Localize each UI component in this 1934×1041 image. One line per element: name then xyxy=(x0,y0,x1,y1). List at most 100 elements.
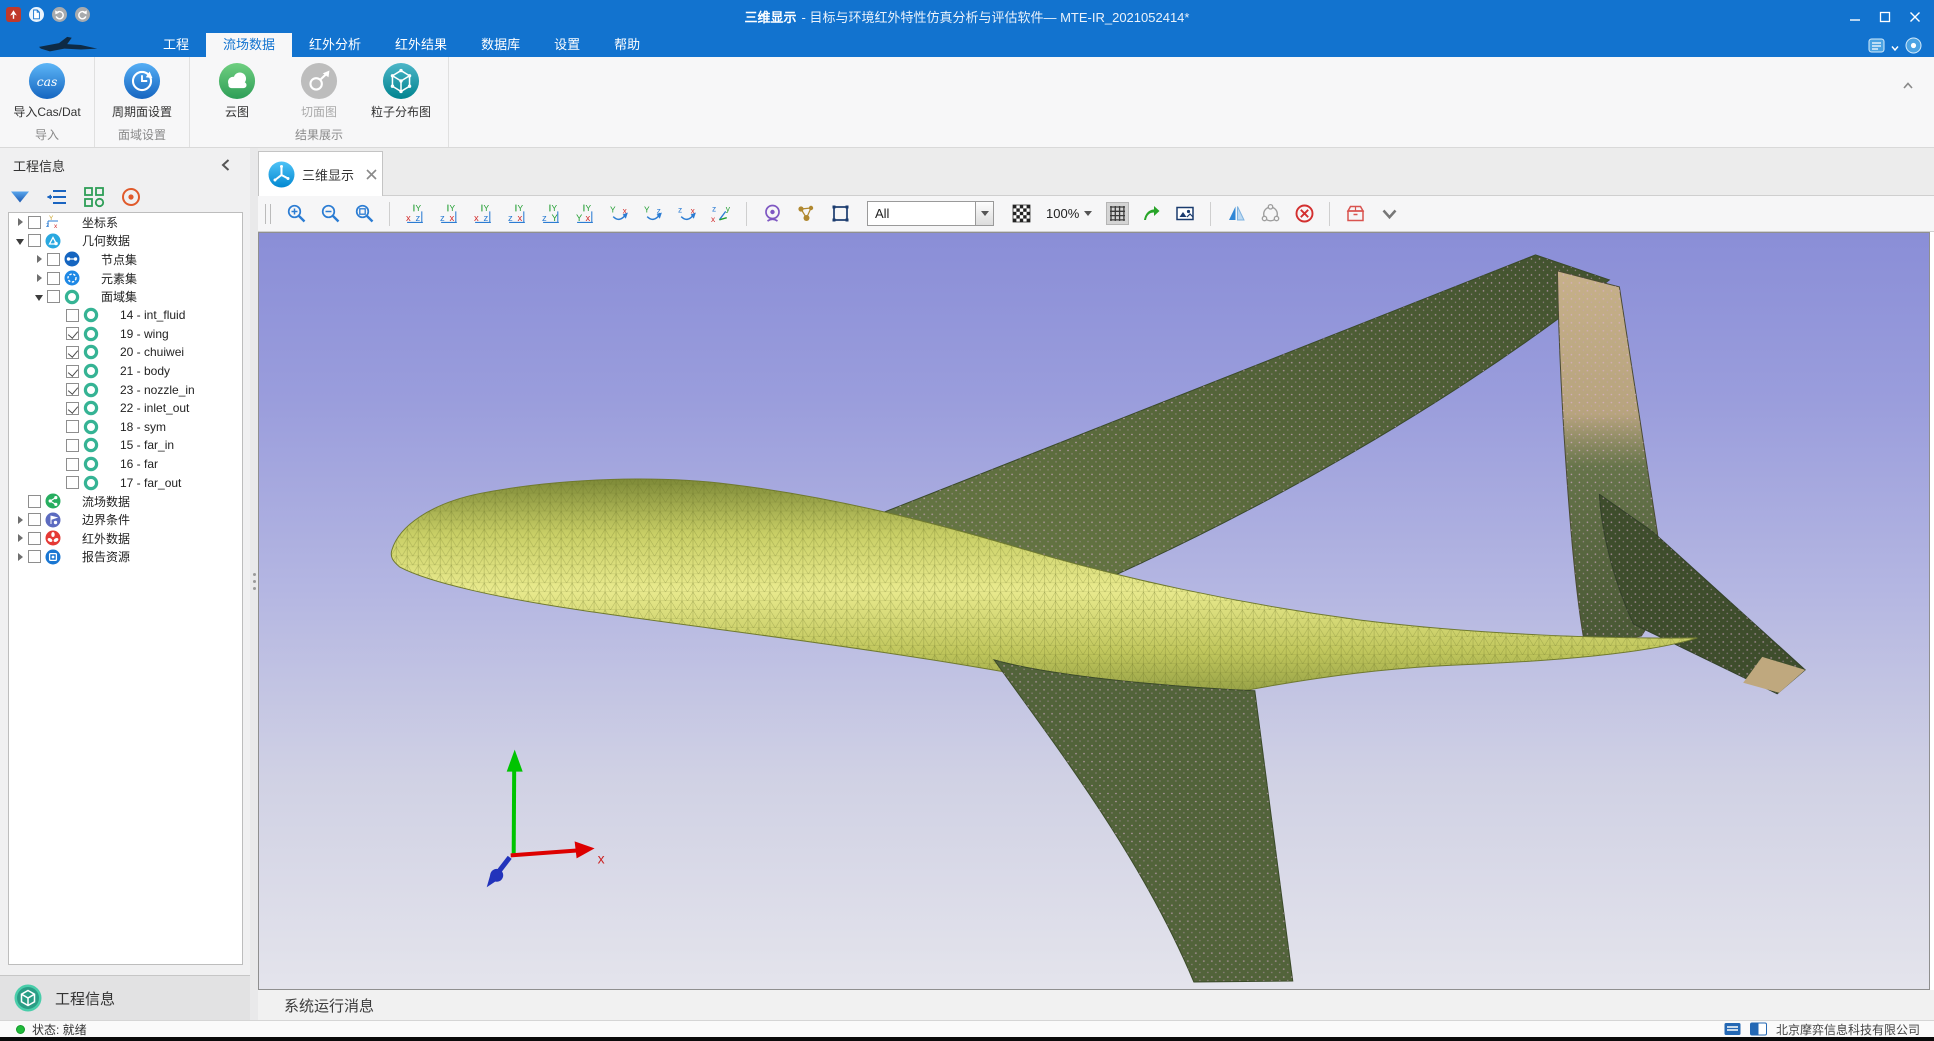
viewport-3d[interactable]: x xyxy=(258,232,1930,990)
ribbon-button-cas-file[interactable]: cas导入Cas/Dat xyxy=(8,60,86,120)
menu-item-0[interactable]: 工程 xyxy=(146,33,206,57)
status-tray-icon-2[interactable] xyxy=(1750,1022,1767,1036)
tree-checkbox[interactable] xyxy=(66,365,79,378)
tree-checkbox[interactable] xyxy=(47,253,60,266)
tray-caret-icon[interactable] xyxy=(1890,40,1900,50)
menu-item-4[interactable]: 数据库 xyxy=(464,33,537,57)
display-filter-combobox[interactable]: All xyxy=(867,201,994,226)
tree-expander[interactable] xyxy=(33,252,47,266)
tree-expander[interactable] xyxy=(14,215,28,229)
tree-checkbox[interactable] xyxy=(47,272,60,285)
panel-collapse-icon[interactable] xyxy=(218,157,234,173)
toolbar-grip[interactable] xyxy=(265,204,271,224)
clear-red-icon[interactable] xyxy=(1294,203,1315,224)
rotate-iso-3-icon[interactable]: zx xyxy=(677,203,698,224)
tree-item[interactable]: 16 - far xyxy=(9,455,242,474)
menu-item-6[interactable]: 帮助 xyxy=(597,33,657,57)
close-button[interactable] xyxy=(1900,4,1930,30)
view-front-icon[interactable]: xzY xyxy=(405,203,426,224)
panel-splitter[interactable] xyxy=(250,148,258,1020)
filter-icon[interactable] xyxy=(9,186,31,208)
menu-item-1[interactable]: 流场数据 xyxy=(206,33,292,57)
box-select-icon[interactable] xyxy=(830,203,851,224)
tree-checkbox[interactable] xyxy=(66,402,79,415)
tree-checkbox[interactable] xyxy=(28,495,41,508)
splitter-grip[interactable] xyxy=(253,573,256,599)
tree-checkbox[interactable] xyxy=(28,234,41,247)
tree-expander[interactable] xyxy=(14,234,28,248)
tree-item[interactable]: 20 - chuiwei xyxy=(9,343,242,362)
tree-item[interactable]: Yzx坐标系 xyxy=(9,213,242,232)
tab-close-icon[interactable] xyxy=(365,168,378,181)
tree-checkbox[interactable] xyxy=(28,532,41,545)
tree-checkbox[interactable] xyxy=(66,420,79,433)
display-filter-value[interactable]: All xyxy=(867,201,975,226)
tree-item[interactable]: 红外数据 xyxy=(9,529,242,548)
status-tray-icon-1[interactable] xyxy=(1724,1022,1741,1036)
help-tray-icon[interactable] xyxy=(1905,37,1922,54)
tree-item[interactable]: 19 - wing xyxy=(9,325,242,344)
tree-item[interactable]: 面域集 xyxy=(9,287,242,306)
ribbon-collapse-icon[interactable] xyxy=(1900,78,1916,94)
tree-item[interactable]: 14 - int_fluid xyxy=(9,306,242,325)
tree-expander[interactable] xyxy=(14,513,28,527)
tree-item[interactable]: 23 - nozzle_in xyxy=(9,380,242,399)
outline-list-icon[interactable] xyxy=(46,186,68,208)
tree-item[interactable]: 元素集 xyxy=(9,269,242,288)
tab-3d-view[interactable]: 三维显示 xyxy=(258,151,383,196)
view-left-icon[interactable]: xzY xyxy=(473,203,494,224)
tree-item[interactable]: 流场数据 xyxy=(9,492,242,511)
tree-checkbox[interactable] xyxy=(66,346,79,359)
locate-target-icon[interactable] xyxy=(120,186,142,208)
ribbon-button-contour-cloud[interactable]: 云图 xyxy=(198,60,276,120)
ribbon-button-periodic-face[interactable]: 周期面设置 xyxy=(103,60,181,120)
tree-checkbox[interactable] xyxy=(66,476,79,489)
view-back-icon[interactable]: zxY xyxy=(439,203,460,224)
grid-view-icon[interactable] xyxy=(83,186,105,208)
share-cloud-icon[interactable] xyxy=(1260,203,1281,224)
menu-item-5[interactable]: 设置 xyxy=(537,33,597,57)
export-arrow-icon[interactable] xyxy=(1141,203,1162,224)
tree-item[interactable]: 17 - far_out xyxy=(9,473,242,492)
pattern-checker-icon[interactable] xyxy=(1011,203,1032,224)
menu-item-3[interactable]: 红外结果 xyxy=(378,33,464,57)
tree-item[interactable]: 节点集 xyxy=(9,250,242,269)
tree-checkbox[interactable] xyxy=(66,327,79,340)
layout-tray-icon[interactable] xyxy=(1868,37,1885,54)
tree-checkbox[interactable] xyxy=(66,309,79,322)
view-right-icon[interactable]: zxY xyxy=(507,203,528,224)
section-box-icon[interactable] xyxy=(1345,203,1366,224)
particle-nodes-icon[interactable] xyxy=(796,203,817,224)
caret-down-icon[interactable] xyxy=(1379,203,1400,224)
axis-triad-icon[interactable]: xzy xyxy=(711,203,732,224)
tree-checkbox[interactable] xyxy=(28,216,41,229)
zoom-out-icon[interactable] xyxy=(320,203,341,224)
tree-item[interactable]: 报告资源 xyxy=(9,548,242,567)
grid-toggle-icon[interactable] xyxy=(1107,203,1128,224)
view-bottom-icon[interactable]: YxY xyxy=(575,203,596,224)
tree-expander[interactable] xyxy=(14,531,28,545)
rotate-iso-1-icon[interactable]: Yx xyxy=(609,203,630,224)
maximize-button[interactable] xyxy=(1870,4,1900,30)
zoom-level-dropdown[interactable]: 100% xyxy=(1046,206,1092,221)
tree-item[interactable]: 22 - inlet_out xyxy=(9,399,242,418)
tree-checkbox[interactable] xyxy=(66,458,79,471)
rotate-iso-2-icon[interactable]: Yz xyxy=(643,203,664,224)
tree-item[interactable]: 21 - body xyxy=(9,362,242,381)
zoom-in-icon[interactable] xyxy=(286,203,307,224)
tree-checkbox[interactable] xyxy=(28,550,41,563)
mirror-icon[interactable] xyxy=(1226,203,1247,224)
project-panel-footer[interactable]: 工程信息 xyxy=(0,975,250,1020)
tree-item[interactable]: 18 - sym xyxy=(9,418,242,437)
tree-checkbox[interactable] xyxy=(28,513,41,526)
tree-checkbox[interactable] xyxy=(47,290,60,303)
ribbon-button-particle-distribution[interactable]: 粒子分布图 xyxy=(362,60,440,120)
tree-item[interactable]: 几何数据 xyxy=(9,232,242,251)
tree-item[interactable]: 15 - far_in xyxy=(9,436,242,455)
zoom-fit-icon[interactable] xyxy=(354,203,375,224)
menu-item-2[interactable]: 红外分析 xyxy=(292,33,378,57)
tree-expander[interactable] xyxy=(33,271,47,285)
tree-item[interactable]: 边界条件 xyxy=(9,511,242,530)
probe-locate-icon[interactable] xyxy=(762,203,783,224)
tree-checkbox[interactable] xyxy=(66,439,79,452)
